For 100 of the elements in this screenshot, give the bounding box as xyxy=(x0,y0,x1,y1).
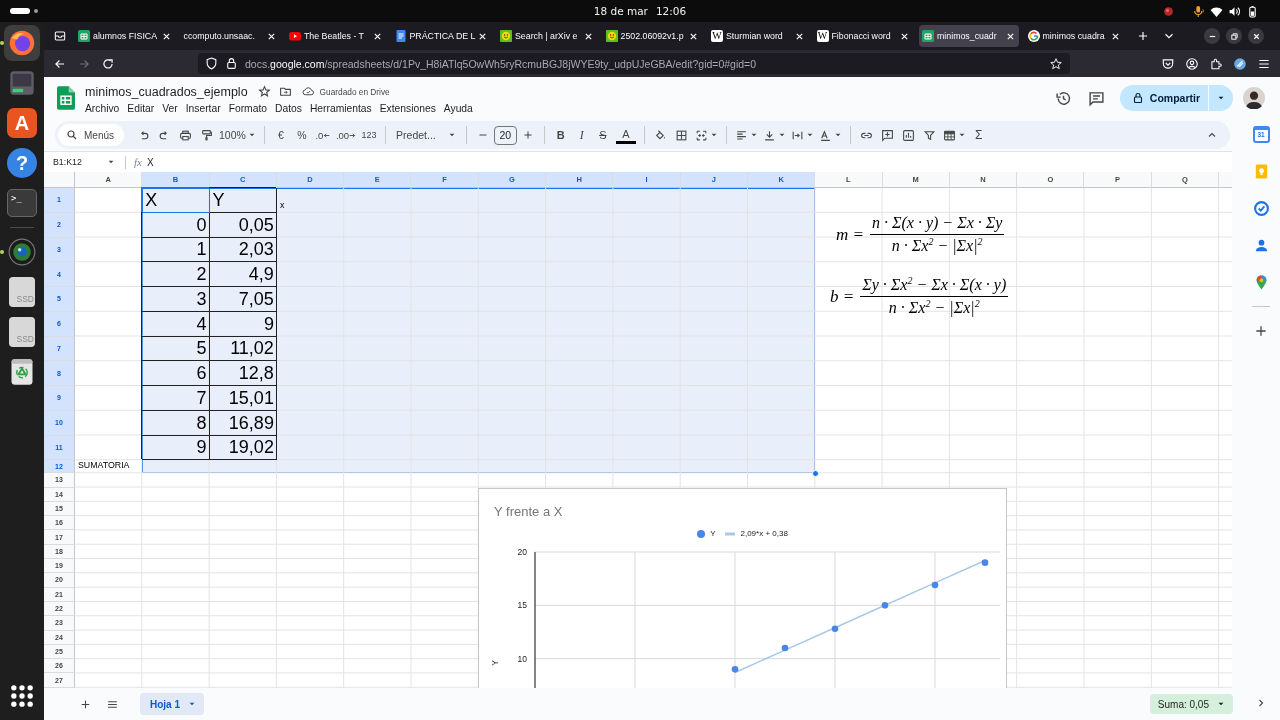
shield-icon[interactable] xyxy=(205,57,218,70)
menu-item[interactable]: Datos xyxy=(271,101,306,115)
browser-tab[interactable]: 2502.06092v1.p xyxy=(602,25,703,47)
browser-tab[interactable]: minimos cuadra xyxy=(1024,25,1125,47)
menu-item[interactable]: Herramientas xyxy=(305,101,376,115)
dock-app-button[interactable]: A xyxy=(7,108,37,138)
battery-icon[interactable] xyxy=(1246,4,1259,18)
restore-icon xyxy=(1229,31,1239,41)
share-button[interactable]: Compartir xyxy=(1119,85,1208,111)
browser-tab[interactable]: Search | arXiv e xyxy=(497,25,597,47)
menu-item[interactable]: Archivo xyxy=(81,101,124,115)
table-cell[interactable]: 16,89 xyxy=(209,410,277,436)
table-cell[interactable]: 9 xyxy=(209,311,277,337)
formula-numerator: Σy · Σx$^{2}$ − Σx · Σ(x · y) xyxy=(860,274,1009,297)
clock-button[interactable]: 18 de mar 12:06 xyxy=(587,1,693,21)
browser-tab[interactable]: W Fibonacci word xyxy=(813,25,914,47)
close-icon xyxy=(1111,31,1120,41)
lock-icon[interactable] xyxy=(225,57,238,70)
menu-item[interactable]: Extensiones xyxy=(375,101,440,115)
browser-tab[interactable]: minimos_cuadr xyxy=(919,25,1019,47)
bold-button[interactable]: B xyxy=(550,124,571,146)
chart-panel[interactable]: Y frente a X Y 2,09*x + 0,38 10 15 20 Y xyxy=(478,488,1007,688)
avatar[interactable] xyxy=(1243,87,1265,109)
restore-button[interactable] xyxy=(1226,28,1242,44)
reload-icon xyxy=(101,56,115,71)
functions-button[interactable]: Σ xyxy=(968,124,989,146)
table-cell[interactable]: 6 xyxy=(142,361,210,386)
table-cell[interactable]: 5 xyxy=(142,336,210,362)
table-cell[interactable]: 19,02 xyxy=(209,435,277,461)
cloud-check-icon[interactable] xyxy=(301,85,315,98)
browser-tab[interactable]: W Sturmian word xyxy=(708,25,808,47)
sum-summary-button[interactable]: Suma: 0,05 xyxy=(1149,694,1233,714)
table-cell[interactable]: 7,05 xyxy=(209,287,277,312)
italic-button[interactable]: I xyxy=(571,124,592,146)
table-cell[interactable]: X xyxy=(142,188,210,213)
browser-tab[interactable]: PRÁCTICA DE L xyxy=(391,25,492,47)
menu-search-button[interactable]: Menús xyxy=(58,124,124,146)
menu-item[interactable]: Ver xyxy=(158,101,182,115)
zoom-dropdown[interactable]: 100% xyxy=(217,124,258,146)
table-cell[interactable]: 8 xyxy=(142,410,210,436)
fill-handle[interactable] xyxy=(811,469,819,477)
menu-item[interactable]: Ayuda xyxy=(439,101,477,115)
table-cell[interactable]: 0 xyxy=(142,212,210,238)
volume-icon[interactable] xyxy=(1228,4,1241,18)
decrease-decimals-button[interactable]: .0 xyxy=(312,124,333,146)
table-cell[interactable]: 11,02 xyxy=(209,336,277,362)
table-cell[interactable]: 1 xyxy=(142,237,210,263)
caret-icon xyxy=(188,700,196,708)
spreadsheet-logo-icon[interactable] xyxy=(57,86,75,110)
align-left-icon xyxy=(734,128,748,142)
table-cell[interactable]: 15,01 xyxy=(209,386,277,411)
browser-tab[interactable]: alumnos FISICA xyxy=(75,25,175,47)
font-dropdown[interactable]: Predet... xyxy=(392,124,460,146)
table-cell[interactable]: 9 xyxy=(142,435,210,461)
dock-app-button[interactable]: ? xyxy=(7,148,37,178)
formula-symbol: m = xyxy=(836,224,864,245)
table-cell[interactable]: x xyxy=(276,188,345,213)
tasks-app-button[interactable] xyxy=(1251,199,1271,217)
caret-icon xyxy=(1217,700,1225,708)
minimize-button[interactable] xyxy=(1204,28,1220,44)
dock-app-button[interactable] xyxy=(4,25,40,61)
close-window-button[interactable] xyxy=(1248,28,1264,44)
align-bottom-icon xyxy=(762,128,776,142)
star-icon[interactable] xyxy=(1049,56,1063,71)
browser-tab[interactable]: ccomputo.unsaac. xyxy=(180,25,281,47)
table-cell[interactable]: SUMATORIA xyxy=(75,460,143,474)
caret-icon xyxy=(805,131,814,139)
table-cell[interactable]: Y xyxy=(209,188,277,213)
browser-tab[interactable]: The Beatles - T xyxy=(286,25,386,47)
menu-item[interactable]: Insertar xyxy=(181,101,225,115)
dock-app-button[interactable]: >_ xyxy=(7,189,37,217)
increase-decimals-button[interactable]: .00 xyxy=(333,124,359,146)
sheet-tab[interactable]: Hoja 1 xyxy=(140,693,204,715)
number-format-button[interactable]: 123 xyxy=(359,124,380,146)
formula-field[interactable]: X xyxy=(146,153,1232,171)
strikethrough-button[interactable]: S xyxy=(592,124,613,146)
document-title[interactable]: minimos_cuadrados_ejemplo xyxy=(85,84,248,99)
menu-item[interactable]: Editar xyxy=(123,101,159,115)
table-cell[interactable]: 7 xyxy=(142,386,210,411)
record-dot-icon[interactable] xyxy=(1162,4,1175,18)
table-cell[interactable]: 4 xyxy=(142,311,210,337)
table-cell[interactable]: 12,8 xyxy=(209,361,277,386)
font-size-field[interactable]: 20 xyxy=(493,125,517,145)
menu-item[interactable]: Formato xyxy=(224,101,271,115)
currency-button[interactable]: € xyxy=(270,124,291,146)
text-color-button[interactable]: A xyxy=(615,126,636,144)
range-name-field[interactable]: B1:K12 xyxy=(44,153,119,171)
close-icon xyxy=(583,31,593,41)
address-field[interactable]: docs.google.com/spreadsheets/d/1Pv_H8iATlq5OwWh5ryRcmuBGJ8jWYE9ty_udpUJeGBA/edit?gid=0#gid=0 xyxy=(198,53,1070,74)
folder-arrow-icon xyxy=(279,85,293,98)
microphone-icon[interactable] xyxy=(1192,4,1205,18)
paint-bucket-icon xyxy=(654,128,668,142)
workspace-indicator-icon[interactable] xyxy=(10,7,40,15)
table-cell[interactable]: 2 xyxy=(142,262,210,287)
table-cell[interactable]: 2,03 xyxy=(209,237,277,263)
browser-icon xyxy=(8,29,36,57)
table-cell[interactable]: 0,05 xyxy=(209,212,277,238)
table-cell[interactable]: 3 xyxy=(142,287,210,312)
table-cell[interactable]: 4,9 xyxy=(209,262,277,287)
percent-button[interactable]: % xyxy=(291,124,312,146)
